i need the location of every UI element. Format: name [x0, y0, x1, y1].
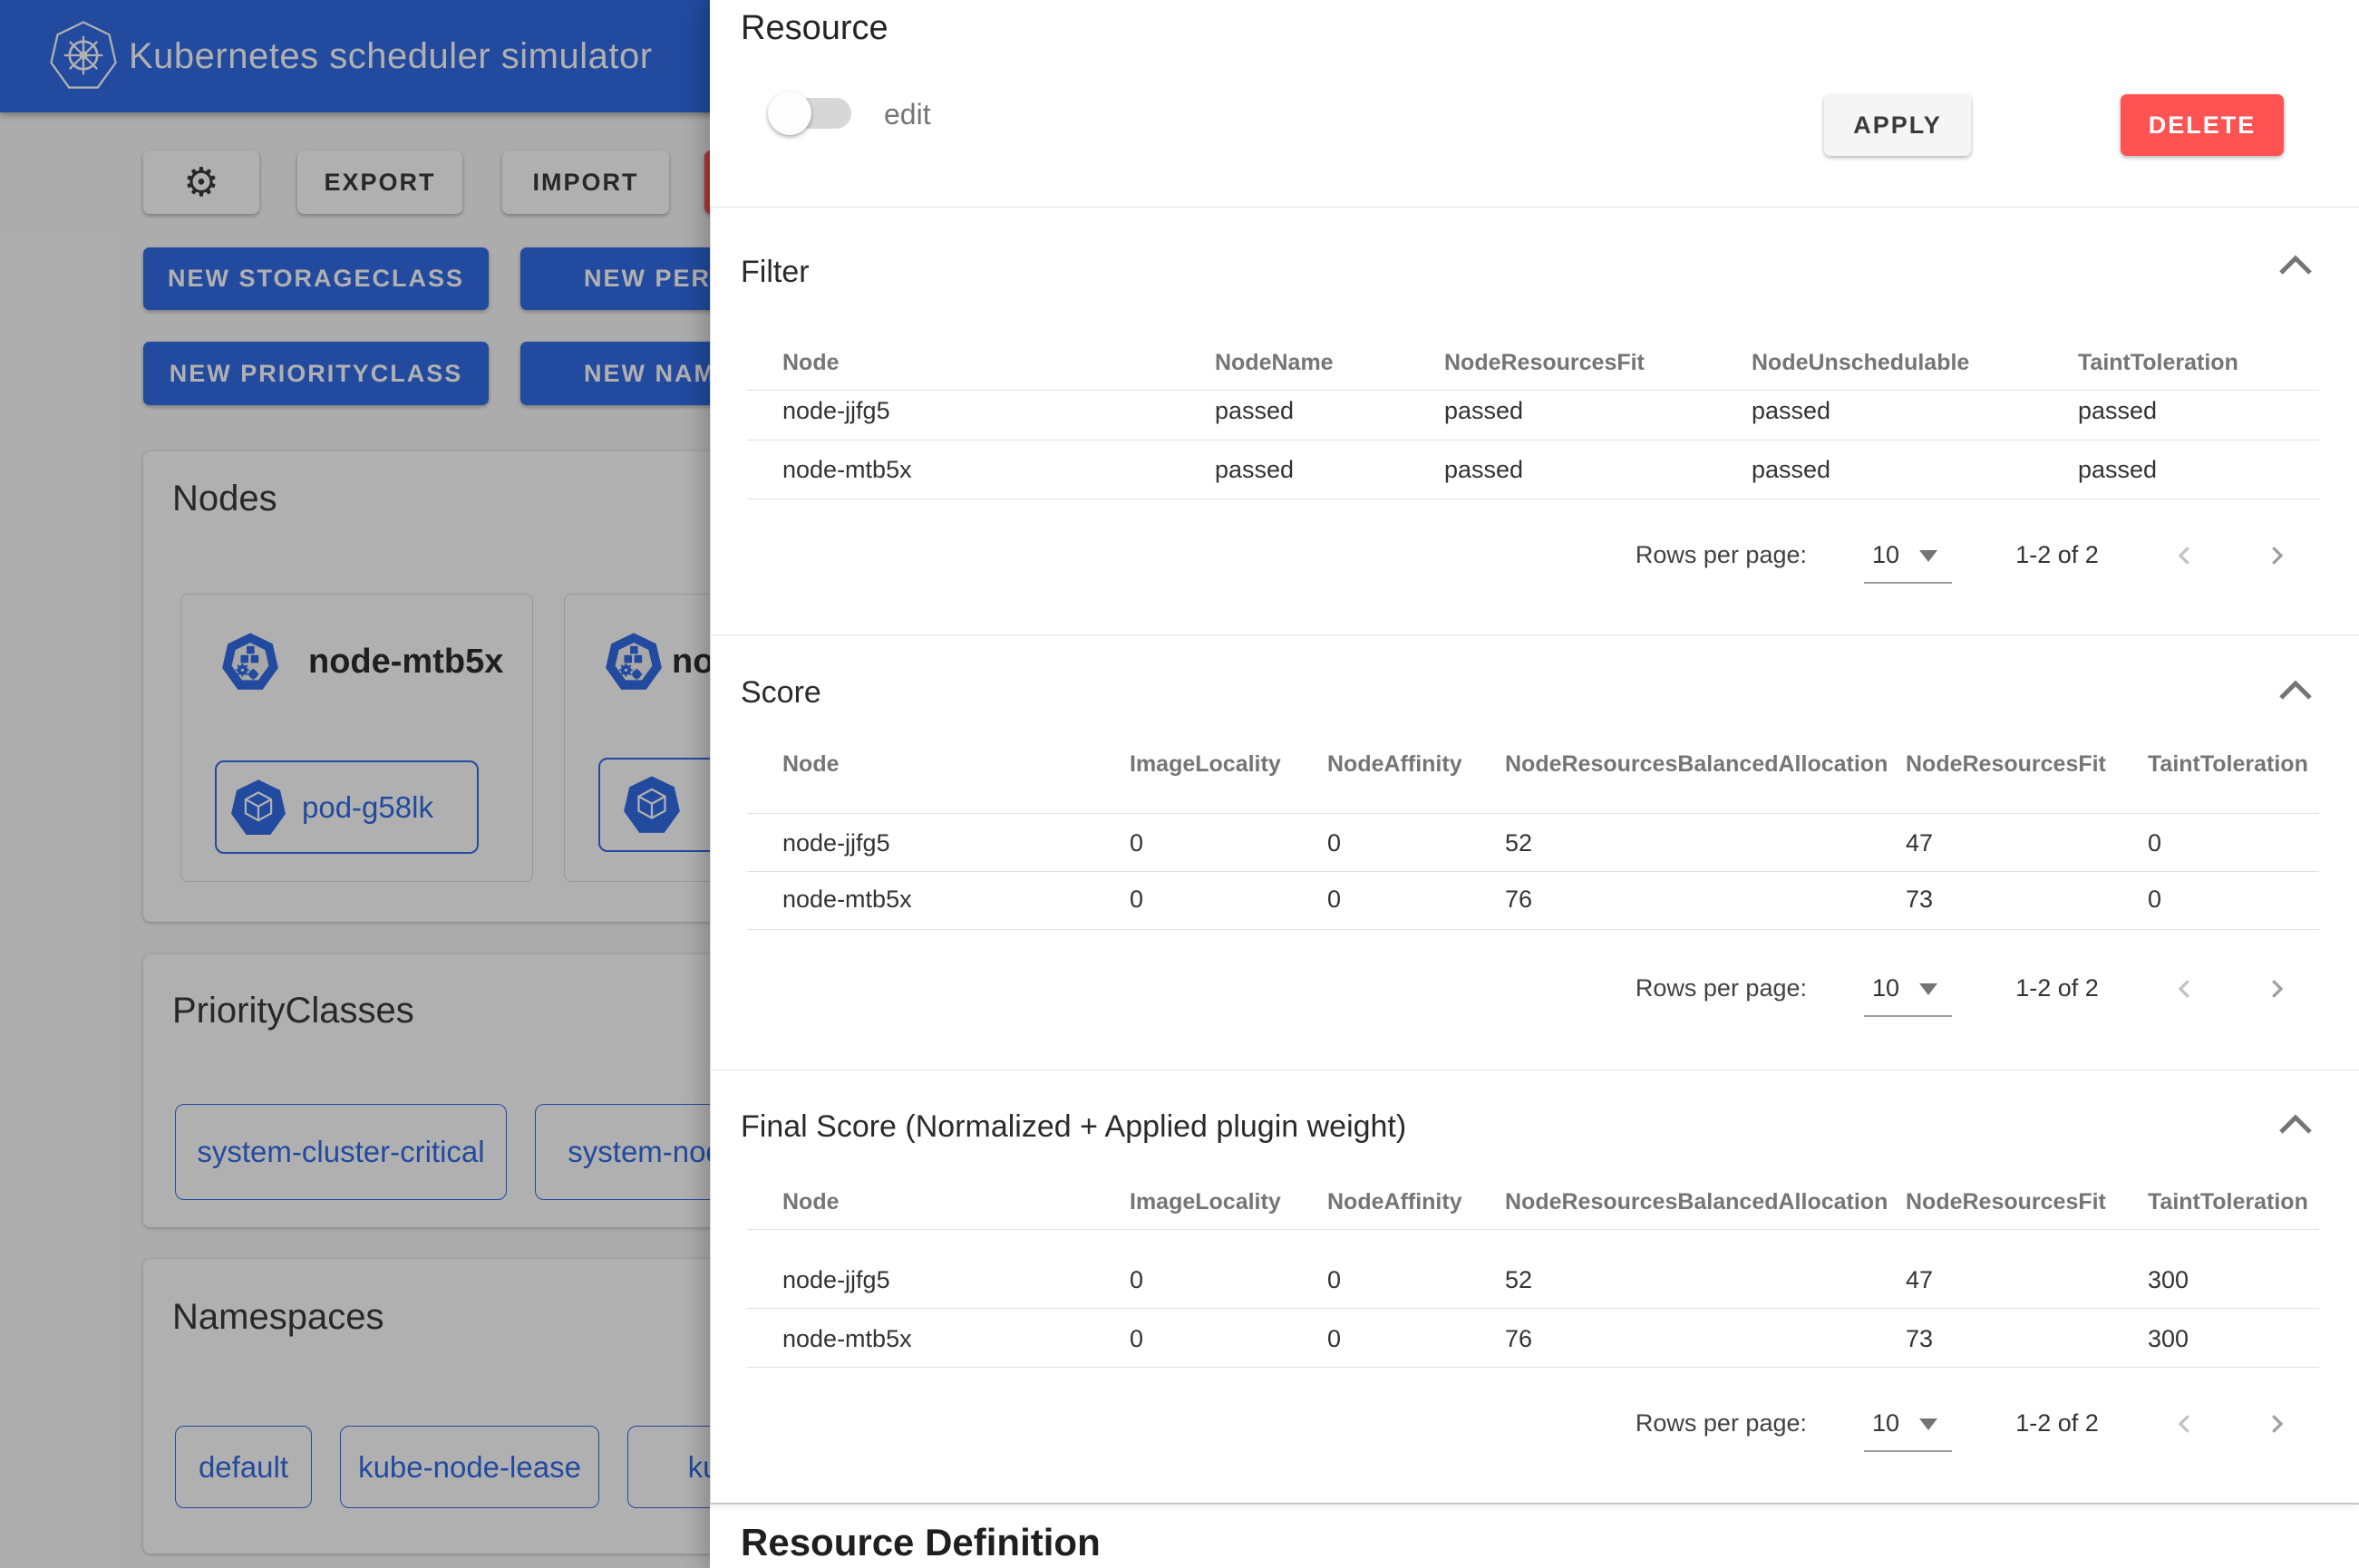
collapse-filter-icon[interactable] [2277, 255, 2314, 276]
edit-toggle-knob[interactable] [768, 92, 811, 135]
table-cell: 0 [1327, 823, 1341, 863]
table-cell: 0 [2148, 879, 2161, 919]
table-cell: node-mtb5x [782, 879, 912, 919]
table-cell: passed [2078, 391, 2157, 431]
table-header-cell: NodeResourcesBalancedAllocation [1505, 744, 1888, 784]
table-cell: 0 [1130, 1260, 1143, 1300]
caret-down-icon[interactable] [1919, 1418, 1937, 1430]
table-cell: passed [1752, 391, 1830, 431]
rows-per-page-label: Rows per page: [1626, 535, 1807, 575]
table-header-cell: NodeResourcesFit [1906, 1182, 2106, 1222]
final-score-section-title: Final Score (Normalized + Applied plugin… [741, 1107, 1406, 1147]
delete-button[interactable]: DELETE [2121, 94, 2284, 156]
table-cell: 47 [1906, 1260, 1933, 1300]
caret-down-icon[interactable] [1919, 550, 1937, 562]
table-header-cell: NodeResourcesFit [1444, 343, 1645, 382]
chevron-right-icon[interactable] [2263, 542, 2290, 569]
select-underline [1864, 1015, 1952, 1017]
table-cell: node-jjfg5 [782, 391, 890, 431]
table-divider [747, 929, 2319, 930]
chevron-left-icon[interactable] [2171, 975, 2199, 1002]
chevron-right-icon[interactable] [2263, 975, 2290, 1002]
final-score-pagination: Rows per page: 10 1-2 of 2 [710, 1403, 2359, 1468]
edit-toggle-label: edit [884, 94, 931, 134]
drawer-title: Resource [741, 9, 888, 48]
table-cell: 0 [1130, 879, 1143, 919]
table-cell: passed [1444, 391, 1523, 431]
table-cell: passed [1215, 450, 1294, 489]
table-cell: passed [1444, 450, 1523, 489]
table-header-cell: TaintToleration [2078, 343, 2238, 382]
table-header-cell: NodeUnschedulable [1752, 343, 1969, 382]
table-header-cell: NodeName [1215, 343, 1334, 382]
pagination-range: 1-2 of 2 [1994, 1403, 2121, 1443]
table-header-cell: NodeAffinity [1327, 744, 1462, 784]
table-cell: 300 [2148, 1319, 2189, 1359]
table-cell: node-jjfg5 [782, 823, 890, 863]
table-cell: passed [1752, 450, 1830, 489]
resource-definition-title: Resource Definition [741, 1521, 1101, 1564]
table-divider [747, 498, 2319, 499]
table-cell: 47 [1906, 823, 1933, 863]
table-divider [747, 1367, 2319, 1368]
table-cell: node-mtb5x [782, 450, 912, 489]
rows-per-page-label: Rows per page: [1626, 1403, 1807, 1443]
table-cell: 52 [1505, 823, 1532, 863]
table-divider [747, 390, 2319, 391]
card-edge-divider [710, 207, 711, 1505]
chevron-left-icon[interactable] [2171, 1410, 2199, 1437]
table-cell: 0 [1327, 1319, 1341, 1359]
section-divider [710, 1503, 2359, 1505]
table-divider [747, 813, 2319, 814]
rows-per-page-select[interactable]: 10 [1863, 968, 1908, 1008]
table-cell: 0 [1130, 823, 1143, 863]
score-section-title: Score [741, 673, 821, 712]
collapse-final-score-icon[interactable] [2277, 1114, 2314, 1136]
screen: Kubernetes scheduler simulator ⚙ EXPORT … [0, 0, 2359, 1568]
collapse-score-icon[interactable] [2277, 680, 2314, 702]
table-cell: 0 [1130, 1319, 1143, 1359]
table-header-cell: TaintToleration [2148, 744, 2308, 784]
table-divider [747, 1229, 2319, 1230]
chevron-left-icon[interactable] [2171, 542, 2199, 569]
rows-per-page-select[interactable]: 10 [1863, 535, 1908, 575]
rows-per-page-select[interactable]: 10 [1863, 1403, 1908, 1443]
table-cell: 0 [1327, 1260, 1341, 1300]
table-header-cell: NodeAffinity [1327, 1182, 1462, 1222]
table-cell: passed [1215, 391, 1294, 431]
filter-section-title: Filter [741, 252, 810, 292]
caret-down-icon[interactable] [1919, 983, 1937, 995]
table-header-cell: TaintToleration [2148, 1182, 2308, 1222]
table-cell: 300 [2148, 1260, 2189, 1300]
table-header-cell: NodeResourcesFit [1906, 744, 2106, 784]
table-header-cell: Node [782, 343, 840, 382]
table-header-cell: Node [782, 744, 840, 784]
pagination-range: 1-2 of 2 [1994, 535, 2121, 575]
table-header-cell: Node [782, 1182, 840, 1222]
table-divider [747, 871, 2319, 872]
select-underline [1864, 1450, 1952, 1452]
score-pagination: Rows per page: 10 1-2 of 2 [710, 968, 2359, 1033]
table-cell: 76 [1505, 879, 1532, 919]
chevron-right-icon[interactable] [2263, 1410, 2290, 1437]
table-cell: 73 [1906, 1319, 1933, 1359]
table-cell: 0 [1327, 879, 1341, 919]
pagination-range: 1-2 of 2 [1994, 968, 2121, 1008]
table-cell: passed [2078, 450, 2157, 489]
apply-button[interactable]: APPLY [1824, 94, 1971, 156]
table-cell: 76 [1505, 1319, 1532, 1359]
table-cell: 52 [1505, 1260, 1532, 1300]
table-cell: 73 [1906, 879, 1933, 919]
rows-per-page-label: Rows per page: [1626, 968, 1807, 1008]
table-divider [747, 1308, 2319, 1309]
filter-pagination: Rows per page: 10 1-2 of 2 [710, 535, 2359, 600]
table-header-cell: ImageLocality [1130, 1182, 1281, 1222]
select-underline [1864, 582, 1952, 584]
resource-drawer: Resource edit APPLY DELETE Filter Node No… [710, 0, 2359, 1568]
table-cell: node-jjfg5 [782, 1260, 890, 1300]
table-cell: node-mtb5x [782, 1319, 912, 1359]
table-header-cell: ImageLocality [1130, 744, 1281, 784]
table-header-cell: NodeResourcesBalancedAllocation [1505, 1182, 1888, 1222]
table-cell: 0 [2148, 823, 2161, 863]
